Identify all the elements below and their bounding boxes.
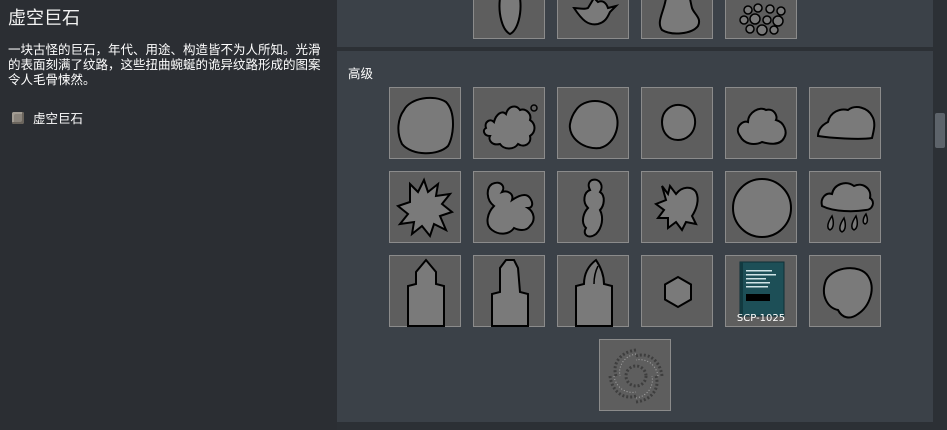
section-label-advanced: 高级 — [348, 66, 374, 81]
rain-cloud-icon — [820, 182, 874, 233]
tombstone-c-icon — [575, 258, 613, 327]
item-title: 虚空巨石 — [8, 8, 80, 29]
pebbles-icon — [739, 3, 786, 36]
tile-rain-cloud[interactable] — [809, 171, 881, 243]
figure-blob-icon — [581, 178, 605, 238]
previous-section-row — [337, 0, 933, 47]
item-description: 一块古怪的巨石，年代、用途、构造皆不为人所知。光滑的表面刻满了纹路，这些扭曲蜿蜒… — [8, 42, 321, 87]
tile-tombstone-c[interactable] — [557, 255, 629, 327]
stone-icon — [12, 111, 24, 124]
lumpy-blob-icon — [658, 0, 701, 35]
section-divider — [337, 47, 933, 51]
vase-blob-icon — [498, 0, 522, 36]
tile-egg-blob[interactable] — [809, 255, 881, 327]
small-circle-icon — [660, 103, 697, 142]
scrollbar[interactable] — [933, 0, 947, 430]
large-circle-icon — [732, 178, 792, 238]
item-entry[interactable]: 虚空巨石 — [12, 108, 83, 127]
swirl-texture-icon — [608, 348, 664, 404]
tile-round-blob[interactable] — [389, 87, 461, 159]
tile-pebbles[interactable] — [725, 0, 797, 39]
cloud-blob-icon — [816, 106, 876, 140]
tile-tombstone-b[interactable] — [473, 255, 545, 327]
tile-small-circle[interactable] — [641, 87, 713, 159]
tombstone-a-icon — [407, 258, 445, 327]
tile-bird-blob[interactable] — [557, 0, 629, 39]
round-blob-icon — [397, 96, 454, 155]
beast-blob-icon — [486, 181, 535, 235]
item-entry-label: 虚空巨石 — [33, 111, 84, 126]
tile-figure-blob[interactable] — [557, 171, 629, 243]
tile-hexagon[interactable] — [641, 255, 713, 327]
tile-spiky-blob[interactable] — [389, 171, 461, 243]
hexagon-icon — [664, 275, 692, 309]
egg-blob-icon — [822, 267, 873, 319]
splat-blob-icon — [482, 104, 538, 150]
tile-beast-blob[interactable] — [473, 171, 545, 243]
tile-swirl-texture[interactable] — [599, 339, 671, 411]
tile-leaf-splat[interactable] — [641, 171, 713, 243]
tile-lumpy-blob[interactable] — [641, 0, 713, 39]
tile-vase-blob[interactable] — [473, 0, 545, 39]
tile-large-circle[interactable] — [725, 171, 797, 243]
spiky-blob-icon — [395, 177, 455, 239]
grid-bottom-edge — [337, 422, 933, 430]
leaf-splat-icon — [653, 183, 699, 232]
amoeba-blob-icon — [736, 107, 787, 145]
tile-tombstone-a[interactable] — [389, 255, 461, 327]
tile-rounded-blob[interactable] — [557, 87, 629, 159]
tile-cloud-blob[interactable] — [809, 87, 881, 159]
rounded-blob-icon — [568, 100, 619, 150]
tile-splat-blob[interactable] — [473, 87, 545, 159]
bird-blob-icon — [572, 0, 620, 26]
tombstone-b-icon — [491, 259, 529, 327]
scrollbar-thumb[interactable] — [935, 113, 945, 148]
item-info-panel: 虚空巨石 一块古怪的巨石，年代、用途、构造皆不为人所知。光滑的表面刻满了纹路，这… — [0, 0, 337, 430]
tile-amoeba-blob[interactable] — [725, 87, 797, 159]
book-caption: SCP-1025 — [736, 313, 786, 324]
tile-book[interactable]: SCP-1025 — [725, 255, 797, 327]
